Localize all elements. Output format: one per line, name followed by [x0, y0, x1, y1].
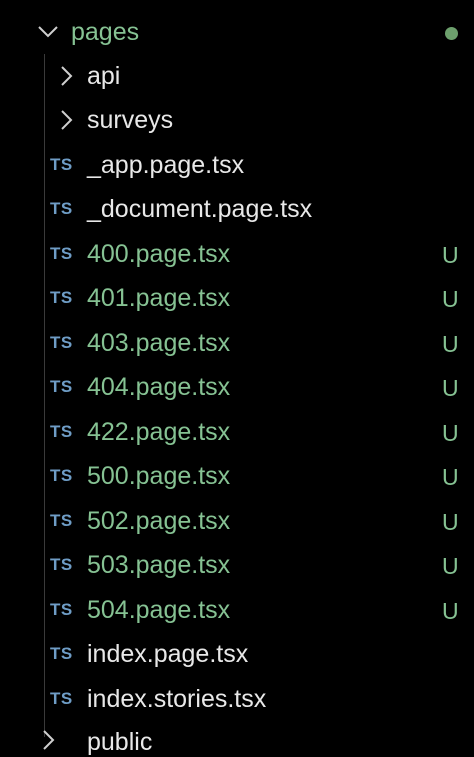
file-row[interactable]: TS 500.page.tsx U: [0, 454, 474, 498]
file-explorer-tree: pages api surveys TS _app.page.tsx TS _d…: [0, 0, 474, 756]
git-status-badge: U: [442, 420, 459, 446]
file-label: 403.page.tsx: [87, 329, 231, 357]
file-label: 500.page.tsx: [87, 462, 231, 490]
git-status-badge: U: [442, 331, 459, 357]
typescript-file-icon: TS: [50, 377, 73, 396]
file-row[interactable]: TS 404.page.tsx U: [0, 365, 474, 409]
file-label: 422.page.tsx: [87, 418, 231, 446]
file-row[interactable]: TS 422.page.tsx U: [0, 410, 474, 454]
file-label: 503.page.tsx: [87, 551, 231, 579]
typescript-file-icon: TS: [50, 422, 73, 441]
typescript-file-icon: TS: [50, 244, 73, 263]
git-status-badge: U: [442, 375, 459, 401]
typescript-file-icon: TS: [50, 511, 73, 530]
git-status-badge: U: [442, 553, 459, 579]
git-status-badge: U: [442, 286, 459, 312]
file-label: index.stories.tsx: [87, 685, 267, 713]
file-label: index.page.tsx: [87, 640, 249, 668]
file-row[interactable]: TS 504.page.tsx U: [0, 588, 474, 632]
folder-label-surveys: surveys: [87, 106, 174, 134]
typescript-file-icon: TS: [50, 555, 73, 574]
file-row[interactable]: TS 401.page.tsx U: [0, 276, 474, 320]
file-row[interactable]: TS _app.page.tsx: [0, 143, 474, 187]
chevron-right-icon[interactable]: [54, 64, 78, 88]
file-row[interactable]: TS 400.page.tsx U: [0, 232, 474, 276]
typescript-file-icon: TS: [50, 689, 73, 708]
file-row[interactable]: TS _document.page.tsx: [0, 187, 474, 231]
git-status-badge: U: [442, 464, 459, 490]
file-label: _app.page.tsx: [87, 151, 245, 179]
file-row[interactable]: TS index.stories.tsx: [0, 677, 474, 721]
file-row[interactable]: TS 403.page.tsx U: [0, 321, 474, 365]
file-row[interactable]: TS 502.page.tsx U: [0, 499, 474, 543]
file-label: 401.page.tsx: [87, 284, 231, 312]
git-status-badge: U: [442, 598, 459, 624]
typescript-file-icon: TS: [50, 333, 73, 352]
file-label: 404.page.tsx: [87, 373, 231, 401]
file-label: 504.page.tsx: [87, 596, 231, 624]
typescript-file-icon: TS: [50, 644, 73, 663]
folder-label-public: public: [87, 728, 153, 756]
file-label: 400.page.tsx: [87, 240, 231, 268]
chevron-right-icon[interactable]: [54, 108, 78, 132]
modified-status-dot: [445, 27, 458, 40]
typescript-file-icon: TS: [50, 199, 73, 218]
file-label: 502.page.tsx: [87, 507, 231, 535]
chevron-right-icon[interactable]: [36, 728, 60, 752]
file-row[interactable]: TS 503.page.tsx U: [0, 543, 474, 587]
folder-label-api: api: [87, 62, 121, 90]
typescript-file-icon: TS: [50, 466, 73, 485]
typescript-file-icon: TS: [50, 600, 73, 619]
folder-row-public[interactable]: public: [0, 722, 474, 756]
file-row[interactable]: TS index.page.tsx: [0, 632, 474, 676]
folder-row-pages[interactable]: pages: [0, 10, 474, 54]
file-label: _document.page.tsx: [87, 195, 313, 223]
folder-row-surveys[interactable]: surveys: [0, 98, 474, 142]
chevron-down-icon[interactable]: [36, 20, 60, 44]
folder-row-api[interactable]: api: [0, 54, 474, 98]
folder-label-pages: pages: [71, 18, 140, 46]
typescript-file-icon: TS: [50, 288, 73, 307]
typescript-file-icon: TS: [50, 155, 73, 174]
git-status-badge: U: [442, 242, 459, 268]
git-status-badge: U: [442, 509, 459, 535]
